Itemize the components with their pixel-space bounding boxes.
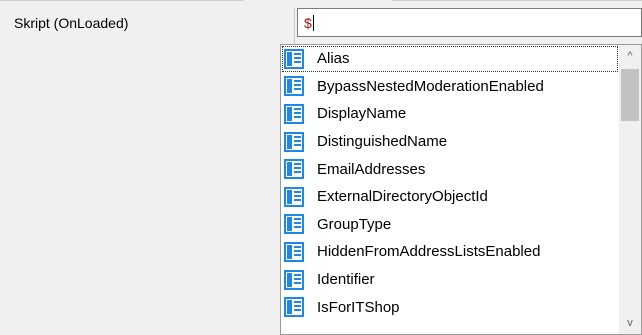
- autocomplete-item-label: BypassNestedModerationEnabled: [317, 77, 544, 95]
- autocomplete-item[interactable]: Alias: [281, 45, 619, 73]
- autocomplete-item[interactable]: IsForITShop: [281, 293, 619, 321]
- property-icon: [284, 214, 304, 235]
- popup-scrollbar[interactable]: ^ v: [619, 45, 641, 334]
- property-icon: [284, 186, 304, 207]
- property-icon: [284, 269, 304, 290]
- autocomplete-item-label: DistinguishedName: [317, 133, 448, 151]
- autocomplete-item-label: EmailAddresses: [317, 160, 426, 178]
- autocomplete-item[interactable]: Identifier: [281, 266, 619, 294]
- property-icon: [284, 103, 304, 124]
- property-icon: [284, 297, 304, 318]
- autocomplete-item-label: Alias: [317, 50, 350, 68]
- autocomplete-item[interactable]: HiddenFromAddressListsEnabled: [281, 238, 619, 266]
- editor-text: $: [304, 15, 312, 31]
- property-icon: [284, 76, 304, 97]
- autocomplete-item-label: ExternalDirectoryObjectId: [317, 188, 488, 206]
- autocomplete-item-label: Identifier: [317, 271, 375, 289]
- top-border-right: [392, 0, 642, 1]
- autocomplete-item-label: HiddenFromAddressListsEnabled: [317, 243, 541, 261]
- property-label: Skript (OnLoaded): [14, 15, 129, 31]
- property-icon: [284, 241, 304, 262]
- autocomplete-list[interactable]: Alias BypassNestedModerationEnabled Displa…: [281, 45, 619, 321]
- autocomplete-item[interactable]: GroupType: [281, 211, 619, 239]
- autocomplete-item[interactable]: BypassNestedModerationEnabled: [281, 73, 619, 101]
- property-icon: [284, 131, 304, 152]
- autocomplete-item-label: DisplayName: [317, 105, 407, 123]
- autocomplete-item[interactable]: DisplayName: [281, 100, 619, 128]
- autocomplete-popup[interactable]: Alias BypassNestedModerationEnabled Displa…: [280, 44, 642, 335]
- property-icon: [284, 48, 304, 69]
- scroll-down-button[interactable]: v: [619, 314, 641, 332]
- autocomplete-item[interactable]: EmailAddresses: [281, 155, 619, 183]
- autocomplete-item[interactable]: DistinguishedName: [281, 128, 619, 156]
- autocomplete-item-label: IsForITShop: [317, 298, 400, 316]
- autocomplete-item[interactable]: ExternalDirectoryObjectId: [281, 183, 619, 211]
- scroll-up-button[interactable]: ^: [619, 47, 641, 65]
- property-icon: [284, 159, 304, 180]
- script-editor-input[interactable]: $: [297, 8, 642, 37]
- chevron-down-icon: v: [627, 317, 633, 329]
- text-caret: [313, 15, 314, 31]
- autocomplete-item-label: GroupType: [317, 215, 392, 233]
- scroll-thumb[interactable]: [621, 69, 639, 121]
- top-border-left: [0, 0, 244, 1]
- chevron-up-icon: ^: [627, 50, 633, 62]
